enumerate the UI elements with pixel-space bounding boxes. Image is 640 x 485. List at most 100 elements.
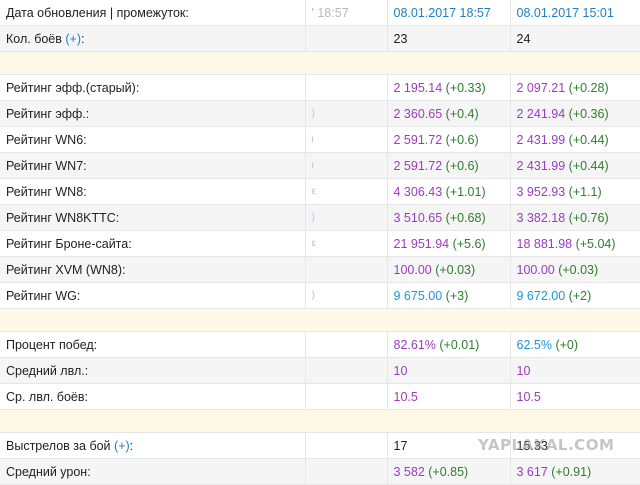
damage-col4-value: 3 617 [516, 464, 548, 479]
stat-col2 [304, 331, 387, 358]
battles-col4: 24 [509, 25, 640, 52]
separator [0, 51, 640, 75]
stat-row: Рейтинг эфф.(старый): 2 195.14 (+0.33) 2 0… [0, 74, 640, 101]
stat-col4: 18 881.98 (+5.04) [509, 230, 640, 257]
stat-col4-delta: (+5.04) [575, 236, 616, 251]
stat-col4-value: 62.5% [516, 337, 552, 352]
battles-col2 [304, 25, 387, 52]
stat-col2 [304, 256, 387, 283]
stat-col4-delta: (+2) [568, 288, 592, 303]
shots-col2 [304, 432, 387, 459]
stat-label: Рейтинг Броне-сайта: [0, 230, 305, 257]
stat-col4-delta: (+0.28) [568, 80, 609, 95]
stat-label: Рейтинг WN6: [0, 126, 305, 153]
stat-col2: ι [304, 152, 387, 179]
stat-col3: 82.61% (+0.01) [386, 331, 510, 358]
stat-row: Ср. лвл. боёв: 10.5 10.5 [0, 383, 640, 410]
stat-col4-value: 100.00 [516, 262, 555, 277]
stat-col4: 100.00 (+0.03) [509, 256, 640, 283]
stat-label: Рейтинг WN8KTTC: [0, 204, 305, 231]
damage-col3-value: 3 582 [393, 464, 425, 479]
damage-row: Средний урон: 3 582 (+0.85) 3 617 (+0.91… [0, 458, 640, 485]
damage-col3-delta: (+0.85) [428, 464, 469, 479]
stat-col4: 9 672.00 (+2) [509, 282, 640, 309]
stat-col3-value: 9 675.00 [393, 288, 443, 303]
stat-col3-delta: (+0.68) [445, 210, 486, 225]
stat-col3: 9 675.00 (+3) [386, 282, 510, 309]
stat-col3: 2 591.72 (+0.6) [386, 152, 510, 179]
stat-label: Рейтинг XVM (WN8): [0, 256, 305, 283]
stat-row: Рейтинг Броне-сайта: ε 21 951.94 (+5.6) 18 … [0, 230, 640, 257]
stat-col3-delta: (+5.6) [452, 236, 486, 251]
stat-col3-delta: (+0.03) [435, 262, 476, 277]
stat-col3-value: 82.61% [393, 337, 436, 352]
stat-col4-value: 10.5 [516, 389, 541, 404]
stat-col4-delta: (+0) [555, 337, 579, 352]
stat-col2 [304, 383, 387, 410]
stat-row: Рейтинг WN8: ε 4 306.43 (+1.01) 3 952.93 (+… [0, 178, 640, 205]
damage-col4: 3 617 (+0.91) [509, 458, 640, 485]
header-col2: ' 18:57 [304, 0, 387, 26]
separator-row [0, 51, 640, 75]
stat-col4-value: 2 431.99 [516, 132, 566, 147]
stat-col3-delta: (+0.6) [445, 158, 479, 173]
battles-expand-link[interactable]: (+) [65, 32, 81, 46]
shots-label: Выстрелов за бой (+): [0, 432, 305, 459]
stat-col3: 4 306.43 (+1.01) [386, 178, 510, 205]
separator-row [0, 308, 640, 332]
stat-col4: 2 431.99 (+0.44) [509, 126, 640, 153]
stat-col4-value: 3 952.93 [516, 184, 566, 199]
stat-col3: 2 360.65 (+0.4) [386, 100, 510, 127]
stat-col2 [304, 74, 387, 101]
stat-col3-value: 3 510.65 [393, 210, 443, 225]
header-label: Дата обновления | промежуток: [0, 0, 305, 26]
stat-col3: 2 195.14 (+0.33) [386, 74, 510, 101]
stat-col4-delta: (+0.03) [558, 262, 599, 277]
stat-col3-value: 2 591.72 [393, 158, 443, 173]
stat-col4-value: 3 382.18 [516, 210, 566, 225]
stat-col4: 10.5 [509, 383, 640, 410]
stat-label: Рейтинг WN7: [0, 152, 305, 179]
stat-label: Рейтинг WG: [0, 282, 305, 309]
stat-col4-delta: (+0.76) [568, 210, 609, 225]
stat-row: Рейтинг WN8KTTC:) 3 510.65 (+0.68) 3 382.1… [0, 204, 640, 231]
stat-col4-value: 9 672.00 [516, 288, 566, 303]
stat-col4-delta: (+0.44) [568, 132, 609, 147]
separator [0, 409, 640, 433]
stat-col4: 3 382.18 (+0.76) [509, 204, 640, 231]
stat-col4-value: 2 431.99 [516, 158, 566, 173]
stat-col3-delta: (+0.33) [445, 80, 486, 95]
stat-col2: ι [304, 126, 387, 153]
stat-col2: ε [304, 230, 387, 257]
stat-label: Рейтинг эфф.: [0, 100, 305, 127]
stat-row: Рейтинг WN7: ι 2 591.72 (+0.6) 2 431.99 (+0… [0, 152, 640, 179]
stat-row: Рейтинг XVM (WN8): 100.00 (+0.03) 100.00 (… [0, 256, 640, 283]
stat-label: Ср. лвл. боёв: [0, 383, 305, 410]
damage-col3: 3 582 (+0.85) [386, 458, 510, 485]
stat-col3-value: 100.00 [393, 262, 432, 277]
stat-col4-value: 18 881.98 [516, 236, 573, 251]
stat-col3-delta: (+1.01) [445, 184, 486, 199]
battles-label: Кол. боёв (+): [0, 25, 305, 52]
stat-col2: ) [304, 204, 387, 231]
stat-col4-delta: (+1.1) [568, 184, 602, 199]
stat-col2 [304, 357, 387, 384]
shots-expand-link[interactable]: (+) [114, 439, 130, 453]
stat-row: Рейтинг WN6: ι 2 591.72 (+0.6) 2 431.99 (+0… [0, 126, 640, 153]
stat-col3-delta: (+0.01) [439, 337, 480, 352]
stat-col3: 10 [386, 357, 510, 384]
stat-col3: 100.00 (+0.03) [386, 256, 510, 283]
damage-col4-delta: (+0.91) [551, 464, 592, 479]
header-col4-date: 08.01.2017 15:01 [509, 0, 640, 26]
shots-label-colon: : [129, 438, 134, 453]
stat-col3-value: 2 591.72 [393, 132, 443, 147]
stat-col4: 62.5% (+0) [509, 331, 640, 358]
stat-col4-value: 10 [516, 363, 531, 378]
stat-col3-value: 2 360.65 [393, 106, 443, 121]
stat-col3-value: 21 951.94 [393, 236, 450, 251]
separator [0, 308, 640, 332]
stat-col4: 2 097.21 (+0.28) [509, 74, 640, 101]
stat-col3: 3 510.65 (+0.68) [386, 204, 510, 231]
stat-label: Рейтинг эфф.(старый): [0, 74, 305, 101]
damage-col2 [304, 458, 387, 485]
